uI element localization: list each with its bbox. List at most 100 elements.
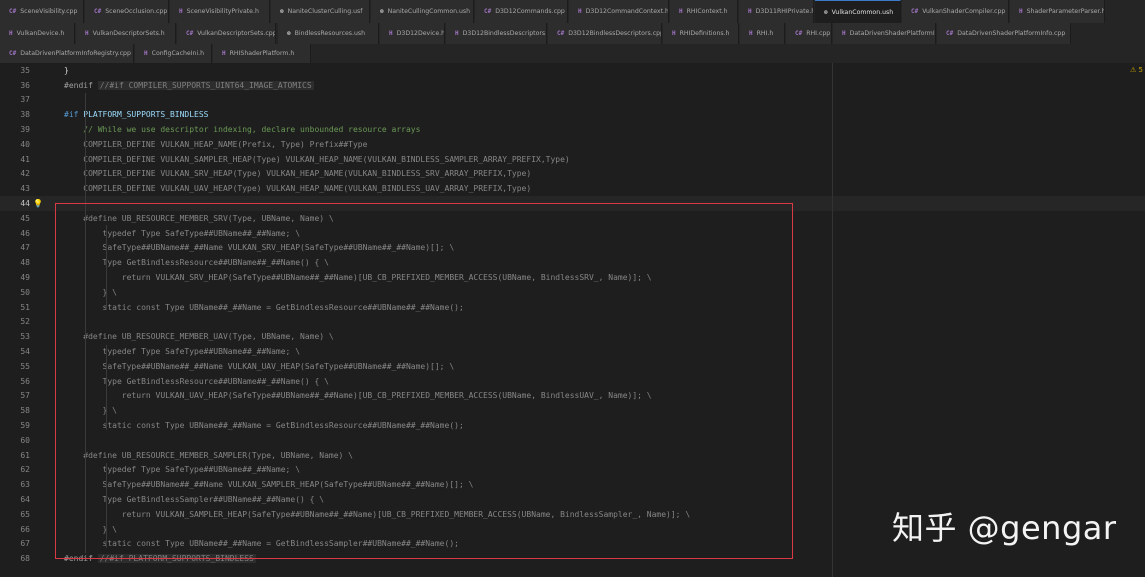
- tab-rhicontext-h[interactable]: H RHIContext.h: [670, 0, 738, 23]
- tab-label: ConfigCacheIni.h: [151, 50, 205, 57]
- tab-d3d12commandcontext-h[interactable]: H D3D12CommandContext.h: [569, 0, 669, 23]
- tab-naniteclusterculling-usf[interactable]: ⊗ NaniteClusterCulling.usf: [271, 0, 370, 23]
- code-text: return VULKAN_SAMPLER_HEAP(SafeType##UBN…: [64, 509, 691, 519]
- tab-label: SceneOcclusion.cpp: [105, 8, 168, 15]
- h-file-icon: H: [144, 50, 148, 57]
- ush-file-icon: ⊗: [287, 30, 291, 37]
- h-file-icon: H: [9, 30, 13, 37]
- tab-d3d12commands-cpp[interactable]: C# D3D12Commands.cpp: [475, 0, 568, 23]
- code-line[interactable]: 51 static const Type UBName##_##Name = G…: [0, 300, 1145, 315]
- line-number: 50: [20, 287, 30, 297]
- tab-rhi-cpp[interactable]: C# RHI.cpp: [786, 23, 832, 44]
- cpp-file-icon: C#: [94, 8, 102, 15]
- ush-file-icon: ⊗: [280, 8, 284, 15]
- indent-guide: [106, 225, 107, 310]
- tab-d3d11rhiprivate-h[interactable]: H D3D11RHIPrivate.h: [739, 0, 814, 23]
- line-number: 62: [20, 465, 30, 475]
- h-file-icon: H: [389, 30, 393, 37]
- tab-sceneocclusion-cpp[interactable]: C# SceneOcclusion.cpp: [85, 0, 169, 23]
- code-line[interactable]: 57 return VULKAN_UAV_HEAP(SafeType##UBNa…: [0, 389, 1145, 404]
- tab-label: RHI.h: [756, 30, 774, 37]
- tab-scenevisibilityprivate-h[interactable]: H SceneVisibilityPrivate.h: [170, 0, 270, 23]
- code-line[interactable]: 59 static const Type UBName##_##Name = G…: [0, 418, 1145, 433]
- cpp-file-icon: C#: [911, 8, 919, 15]
- tab-datadrivenshaderplatforminfo-h[interactable]: HDataDrivenShaderPlatformInfo.h: [833, 23, 936, 44]
- h-file-icon: H: [85, 30, 89, 37]
- code-line[interactable]: 45 #define UB_RESOURCE_MEMBER_SRV(Type, …: [0, 211, 1145, 226]
- code-line[interactable]: 58 } \: [0, 403, 1145, 418]
- code-line[interactable]: 50 } \: [0, 285, 1145, 300]
- code-line[interactable]: 60: [0, 433, 1145, 448]
- editor-tab-row-2: H VulkanDevice.h H VulkanDescriptorSets.h C#…: [0, 23, 1145, 44]
- line-number: 48: [20, 258, 30, 268]
- indent-guide: [85, 93, 86, 553]
- code-line[interactable]: 40 COMPILER_DEFINE VULKAN_HEAP_NAME(Pref…: [0, 137, 1145, 152]
- code-line[interactable]: 48 Type GetBindlessResource##UBName##_##…: [0, 255, 1145, 270]
- tab-d3d12device-h[interactable]: H D3D12Device.h: [380, 23, 445, 44]
- code-line[interactable]: 63 SafeType##UBName##_##Name VULKAN_SAMP…: [0, 477, 1145, 492]
- tab-rhi-h[interactable]: H RHI.h: [740, 23, 785, 44]
- tab-vulkandescriptorsets-cpp[interactable]: C# VulkanDescriptorSets.cpp: [177, 23, 276, 44]
- code-text: SafeType##UBName##_##Name VULKAN_UAV_HEA…: [64, 361, 455, 371]
- code-line[interactable]: 35}: [0, 63, 1145, 78]
- lightbulb-icon[interactable]: 💡: [33, 199, 43, 208]
- tab-label: RHIContext.h: [686, 8, 728, 15]
- line-number: 38: [20, 110, 30, 120]
- tab-nanitecullingcommon-ush[interactable]: ⊗ NaniteCullingCommon.ush: [371, 0, 474, 23]
- code-line[interactable]: 62 typedef Type SafeType##UBName##_##Nam…: [0, 463, 1145, 478]
- editor-tab-row-1: C# SceneVisibility.cpp C# SceneOcclusion.cp…: [0, 0, 1145, 23]
- code-line[interactable]: 36 #endif //#if COMPILER_SUPPORTS_UINT64_…: [0, 78, 1145, 93]
- tab-bindlessresources-ush[interactable]: ⊗ BindlessResources.ush: [278, 23, 379, 44]
- code-text: #endif //#if COMPILER_SUPPORTS_UINT64_IM…: [64, 80, 314, 90]
- code-line[interactable]: 41 COMPILER_DEFINE VULKAN_SAMPLER_HEAP(T…: [0, 152, 1145, 167]
- code-line[interactable]: 68 #endif //#if PLATFORM_SUPPORTS_BINDLES…: [0, 551, 1145, 566]
- tab-label: VulkanDescriptorSets.h: [92, 30, 165, 37]
- line-number: 52: [20, 317, 30, 327]
- tab-d3d12bindlessdescriptors-cpp[interactable]: C# D3D12BindlessDescriptors.cpp: [548, 23, 662, 44]
- tab-vulkandescriptorsets-h[interactable]: H VulkanDescriptorSets.h: [76, 23, 176, 44]
- line-number: 68: [20, 554, 30, 564]
- line-number: 64: [20, 495, 30, 505]
- code-line[interactable]: 52: [0, 315, 1145, 330]
- code-text: Type GetBindlessResource##UBName##_##Nam…: [64, 258, 329, 268]
- code-line[interactable]: 43 COMPILER_DEFINE VULKAN_UAV_HEAP(Type)…: [0, 181, 1145, 196]
- tab-label: RHIDefinitions.h: [679, 30, 730, 37]
- tab-label: VulkanDescriptorSets.cpp: [197, 30, 276, 37]
- tab-label: D3D12BindlessDescriptors.h: [462, 30, 547, 37]
- code-line[interactable]: 53 #define UB_RESOURCE_MEMBER_UAV(Type, …: [0, 329, 1145, 344]
- code-line[interactable]: 38 #if PLATFORM_SUPPORTS_BINDLESS: [0, 107, 1145, 122]
- tab-shaderparameterparser-h[interactable]: H ShaderParameterParser.h: [1010, 0, 1105, 23]
- code-line[interactable]: 55 SafeType##UBName##_##Name VULKAN_UAV_…: [0, 359, 1145, 374]
- tab-configcacheini-h[interactable]: H ConfigCacheIni.h: [135, 44, 212, 63]
- tab-rhidefinitions-h[interactable]: H RHIDefinitions.h: [663, 23, 739, 44]
- tab-vulkandevice-h[interactable]: H VulkanDevice.h: [0, 23, 75, 44]
- tab-label: D3D12CommandContext.h: [585, 8, 669, 15]
- code-line[interactable]: 56 Type GetBindlessResource##UBName##_##…: [0, 374, 1145, 389]
- code-line[interactable]: 61 #define UB_RESOURCE_MEMBER_SAMPLER(Ty…: [0, 448, 1145, 463]
- tab-datadrivenshaderplatforminfo-cpp[interactable]: C# DataDrivenShaderPlatformInfo.cpp: [937, 23, 1071, 44]
- tab-rhishaderplatform-h[interactable]: H RHIShaderPlatform.h: [213, 44, 311, 63]
- code-text: COMPILER_DEFINE VULKAN_UAV_HEAP(Type) VU…: [64, 184, 532, 194]
- line-number: 60: [20, 435, 30, 445]
- tab-vulkanshadercompiler-cpp[interactable]: C# VulkanShaderCompiler.cpp: [902, 0, 1009, 23]
- code-line[interactable]: 47 SafeType##UBName##_##Name VULKAN_SRV_…: [0, 241, 1145, 256]
- code-text: #endif //#if PLATFORM_SUPPORTS_BINDLESS: [64, 554, 256, 564]
- tab-label: D3D12Commands.cpp: [495, 8, 565, 15]
- line-number: 54: [20, 347, 30, 357]
- tab-scenevisibility-cpp[interactable]: C# SceneVisibility.cpp: [0, 0, 84, 23]
- code-line[interactable]: 42 COMPILER_DEFINE VULKAN_SRV_HEAP(Type)…: [0, 167, 1145, 182]
- code-editor[interactable]: 35} 36 #endif //#if COMPILER_SUPPORTS_UINT…: [0, 63, 1145, 577]
- code-line[interactable]: 49 return VULKAN_SRV_HEAP(SafeType##UBNa…: [0, 270, 1145, 285]
- code-line[interactable]: 54 typedef Type SafeType##UBName##_##Nam…: [0, 344, 1145, 359]
- ush-file-icon: ⊗: [824, 8, 828, 16]
- h-file-icon: H: [749, 30, 753, 37]
- cpp-file-icon: C#: [795, 30, 803, 37]
- code-line[interactable]: 46 typedef Type SafeType##UBName##_##Nam…: [0, 226, 1145, 241]
- code-line[interactable]: 37: [0, 93, 1145, 108]
- code-line[interactable]: 39 // While we use descriptor indexing, …: [0, 122, 1145, 137]
- tab-d3d12bindlessdescriptors-h[interactable]: H D3D12BindlessDescriptors.h: [446, 23, 547, 44]
- code-line[interactable]: 44: [0, 196, 1145, 211]
- problems-badge[interactable]: ⚠ 5: [1130, 66, 1143, 74]
- tab-datadrivenplatforminforegistry-cpp[interactable]: C# DataDrivenPlatformInfoRegistry.cpp: [0, 44, 134, 63]
- tab-vulkancommon-ush[interactable]: ⊗ VulkanCommon.ush: [815, 0, 901, 23]
